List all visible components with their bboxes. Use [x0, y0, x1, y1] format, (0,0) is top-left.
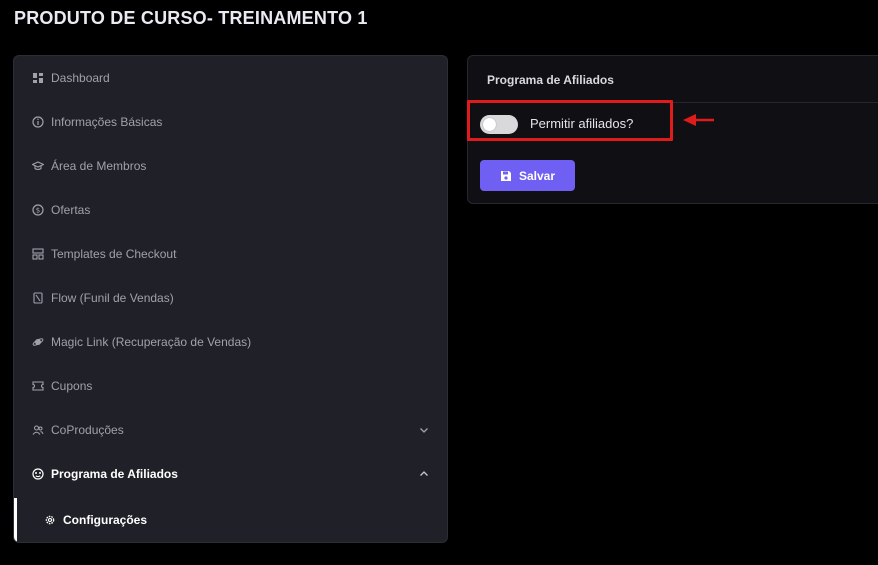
sidebar-item-ofertas[interactable]: $ Ofertas: [14, 188, 447, 232]
sidebar-item-flow[interactable]: Flow (Funil de Vendas): [14, 276, 447, 320]
sidebar-item-label: Área de Membros: [51, 159, 147, 173]
sidebar-item-coproducoes[interactable]: CoProduções: [14, 408, 447, 452]
sidebar-item-dashboard[interactable]: Dashboard: [14, 56, 447, 100]
gear-icon: [44, 514, 56, 526]
coupon-icon: [32, 380, 44, 392]
sidebar-subitem-configuracoes[interactable]: Configurações: [14, 498, 447, 542]
chevron-down-icon[interactable]: [419, 425, 429, 435]
sidebar-item-label: Configurações: [63, 513, 148, 527]
sidebar-item-programa-de-afiliados[interactable]: Programa de Afiliados: [14, 452, 447, 496]
users-icon: [32, 424, 44, 436]
page-title: PRODUTO DE CURSO- TREINAMENTO 1: [14, 8, 368, 28]
save-button[interactable]: Salvar: [480, 160, 575, 191]
dollar-circle-icon: $: [32, 204, 44, 216]
sidebar-item-label: Cupons: [51, 379, 93, 393]
sidebar-item-area-de-membros[interactable]: Área de Membros: [14, 144, 447, 188]
affiliate-icon: [32, 468, 44, 480]
toggle-knob: [483, 118, 496, 131]
sidebar-item-label: Magic Link (Recuperação de Vendas): [51, 335, 252, 349]
flow-icon: [32, 292, 44, 304]
planet-icon: [32, 336, 44, 348]
sidebar-item-label: Ofertas: [51, 203, 91, 217]
dashboard-icon: [32, 72, 44, 84]
sidebar-item-label: Programa de Afiliados: [51, 467, 178, 481]
graduation-cap-icon: [32, 160, 44, 172]
template-icon: [32, 248, 44, 260]
svg-text:$: $: [36, 207, 40, 215]
chevron-up-icon[interactable]: [419, 469, 429, 479]
panel-title: Programa de Afiliados: [487, 73, 614, 87]
info-icon: [32, 116, 44, 128]
sidebar-item-label: Dashboard: [51, 71, 110, 85]
sidebar-item-cupons[interactable]: Cupons: [14, 364, 447, 408]
save-button-label: Salvar: [518, 168, 556, 183]
allow-affiliates-label: Permitir afiliados?: [530, 116, 634, 131]
sidebar-item-label: Informações Básicas: [51, 115, 163, 129]
allow-affiliates-toggle[interactable]: [480, 115, 518, 134]
floppy-disk-icon: [500, 170, 511, 181]
sidebar-item-informacoes-basicas[interactable]: Informações Básicas: [14, 100, 447, 144]
sidebar-item-label: Templates de Checkout: [51, 247, 177, 261]
sidebar-item-templates-de-checkout[interactable]: Templates de Checkout: [14, 232, 447, 276]
red-arrow-icon: [683, 114, 714, 126]
sidebar-item-label: CoProduções: [51, 423, 124, 437]
sidebar: Dashboard Informações Básicas Área de Me…: [13, 55, 448, 543]
sidebar-item-label: Flow (Funil de Vendas): [51, 291, 174, 305]
sidebar-item-magic-link[interactable]: Magic Link (Recuperação de Vendas): [14, 320, 447, 364]
